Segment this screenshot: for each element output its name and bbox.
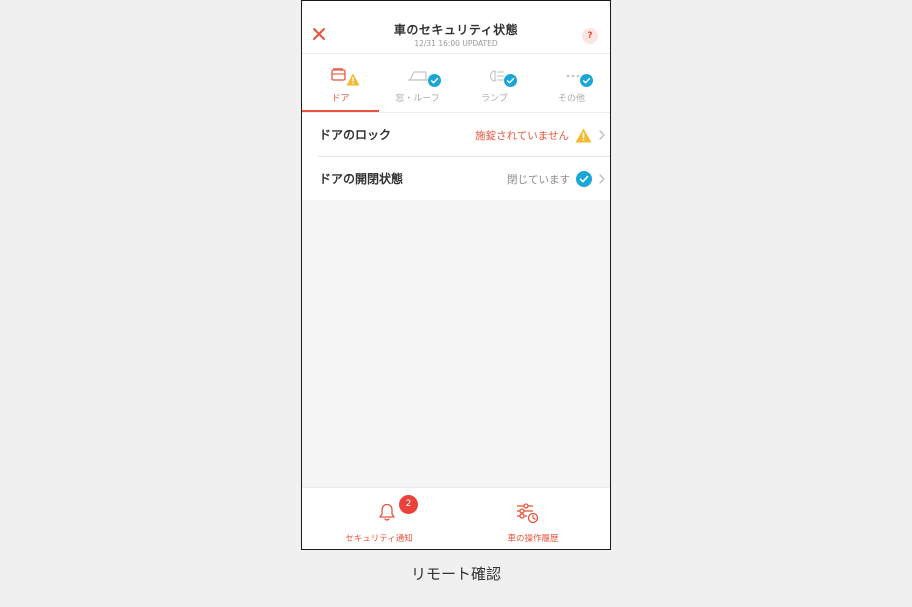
status-text: 施錠されていません xyxy=(475,129,569,142)
door-open-row[interactable]: ドアの開閉状態 閉じています xyxy=(318,156,610,200)
operation-history-button[interactable]: 車の操作履歴 xyxy=(456,488,610,549)
bottom-nav: 2 セキュリティ通知 車の操作履歴 xyxy=(302,487,610,549)
category-tabs: ドア 窓・ルーフ ランプ その他 xyxy=(302,54,610,113)
status-text: 閉じています xyxy=(507,173,570,186)
check-icon xyxy=(580,74,593,87)
row-status: 施錠されていません xyxy=(475,126,606,144)
active-tab-indicator xyxy=(302,110,379,112)
notification-badge: 2 xyxy=(399,495,418,514)
page-title: 車のセキュリティ状態 xyxy=(393,23,519,37)
tab-door[interactable]: ドア xyxy=(302,54,379,112)
check-icon xyxy=(504,74,517,87)
tab-label: ランプ xyxy=(481,94,508,104)
tab-label: ドア xyxy=(331,94,350,104)
tab-label: その他 xyxy=(557,94,585,104)
screen-caption: リモート確認 xyxy=(410,565,501,583)
bottom-nav-label: 車の操作履歴 xyxy=(507,534,559,544)
tab-other[interactable]: その他 xyxy=(533,54,610,112)
chevron-right-icon xyxy=(599,130,605,140)
warning-icon xyxy=(346,73,360,86)
warning-icon xyxy=(575,128,592,142)
phone-screen: 車のセキュリティ状態 12/31 16:00 UPDATED ? ドア 窓・ルー… xyxy=(301,0,611,550)
door-status-list: ドアのロック 施錠されていません ドアの開閉状態 閉じています xyxy=(302,113,610,200)
row-label: ドアの開閉状態 xyxy=(319,172,404,186)
check-icon xyxy=(428,74,441,87)
history-icon xyxy=(517,503,539,524)
bell-icon xyxy=(379,503,395,521)
help-button[interactable]: ? xyxy=(582,28,598,44)
tab-lamp[interactable]: ランプ xyxy=(456,54,533,112)
door-lock-row[interactable]: ドアのロック 施錠されていません xyxy=(302,113,610,156)
tab-label: 窓・ルーフ xyxy=(395,94,440,104)
row-label: ドアのロック xyxy=(319,128,392,142)
header: 車のセキュリティ状態 12/31 16:00 UPDATED ? xyxy=(302,1,610,54)
bottom-nav-label: セキュリティ通知 xyxy=(345,534,413,544)
row-status: 閉じています xyxy=(507,170,606,188)
chevron-right-icon xyxy=(599,174,605,184)
security-notification-button[interactable]: 2 セキュリティ通知 xyxy=(302,488,456,549)
check-icon xyxy=(576,171,592,187)
tab-window-roof[interactable]: 窓・ルーフ xyxy=(379,54,456,112)
updated-timestamp: 12/31 16:00 UPDATED xyxy=(414,39,498,48)
